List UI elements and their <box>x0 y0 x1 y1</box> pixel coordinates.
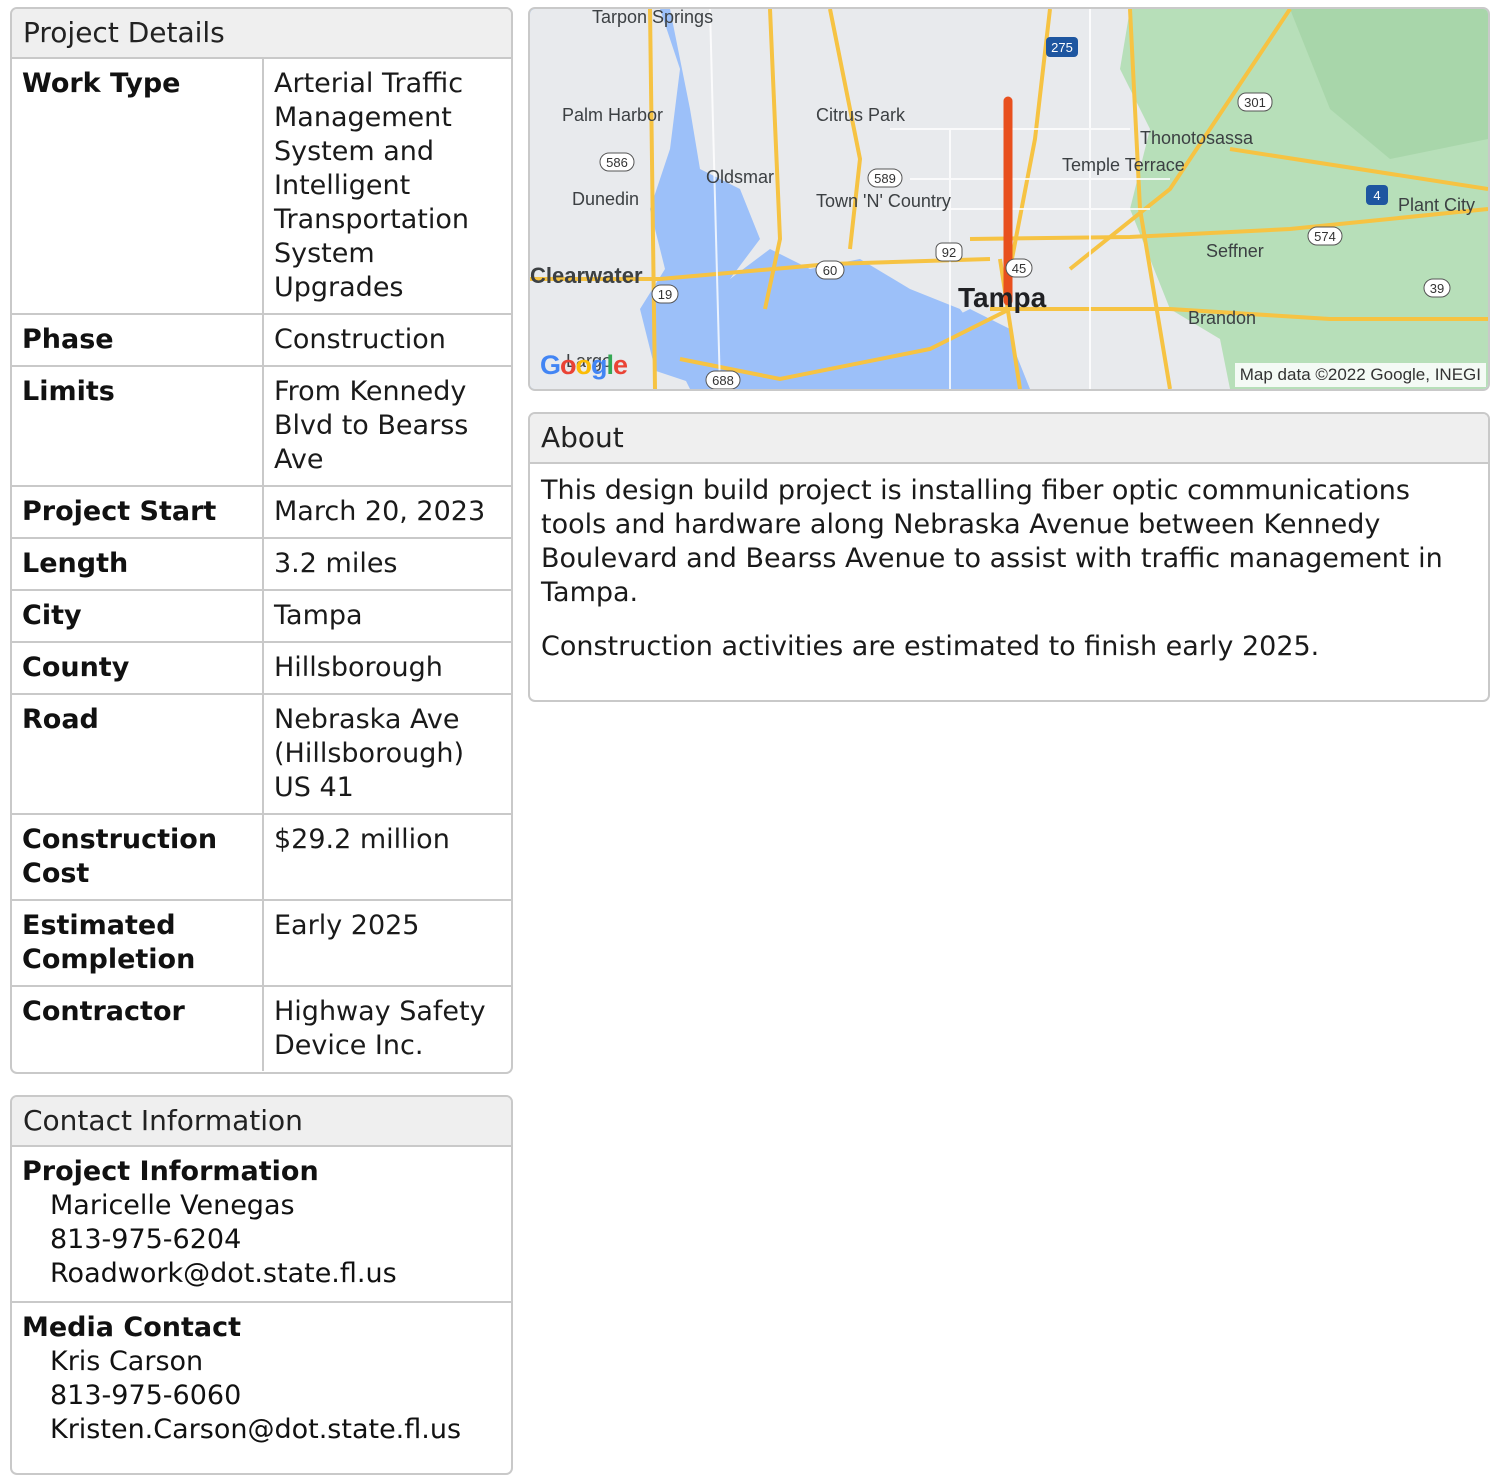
detail-label: Limits <box>12 366 264 487</box>
map-label: Oldsmar <box>706 167 774 187</box>
contact-email[interactable]: Roadwork@dot.state.fl.us <box>22 1257 501 1291</box>
highway-shield: 92 <box>935 242 963 262</box>
detail-row: Limits From Kennedy Blvd to Bearss Ave <box>12 366 511 487</box>
detail-row: Work Type Arterial Traffic Management Sys… <box>12 59 511 315</box>
detail-row: Length 3.2 miles <box>12 538 511 591</box>
highway-shield: 4 <box>1366 185 1388 205</box>
map-label: Brandon <box>1188 308 1256 328</box>
svg-text:586: 586 <box>606 155 628 170</box>
detail-row: City Tampa <box>12 590 511 643</box>
highway-shield: 275 <box>1046 37 1078 57</box>
map-canvas[interactable]: Tarpon Springs Palm Harbor Citrus Park T… <box>530 9 1488 389</box>
detail-row: Project Start March 20, 2023 <box>12 486 511 539</box>
detail-row: County Hillsborough <box>12 642 511 695</box>
map-label: Palm Harbor <box>562 105 663 125</box>
about-panel: About This design build project is insta… <box>528 412 1490 702</box>
detail-label: Road <box>12 694 264 815</box>
svg-text:589: 589 <box>874 171 896 186</box>
detail-label: Construction Cost <box>12 814 264 901</box>
highway-shield: 301 <box>1237 92 1273 112</box>
map-label: Thonotosassa <box>1140 128 1254 148</box>
map-attribution[interactable]: Map data ©2022 Google, INEGI <box>1234 363 1486 387</box>
detail-value: Arterial Traffic Management System and I… <box>263 59 511 315</box>
media-contact: Media Contact Kris Carson 813-975-6060 K… <box>12 1303 511 1457</box>
svg-text:39: 39 <box>1430 281 1444 296</box>
detail-label: County <box>12 642 264 695</box>
highway-shield: 688 <box>705 370 741 389</box>
contact-information-panel: Contact Information Project Information … <box>10 1095 513 1475</box>
highway-shield: 586 <box>599 152 635 172</box>
about-title: About <box>530 414 1488 464</box>
detail-value: Highway Safety Device Inc. <box>274 996 486 1061</box>
contact-email[interactable]: Kristen.Carson@dot.state.fl.us <box>22 1413 501 1447</box>
detail-value: Construction <box>263 314 511 367</box>
svg-text:574: 574 <box>1314 229 1336 244</box>
svg-text:60: 60 <box>823 263 837 278</box>
detail-row: Estimated Completion Early 2025 <box>12 900 511 987</box>
detail-value: Early 2025 <box>263 900 511 987</box>
detail-value: March 20, 2023 <box>263 486 511 539</box>
project-details-table: Work Type Arterial Traffic Management Sys… <box>12 59 511 1071</box>
project-map[interactable]: Tarpon Springs Palm Harbor Citrus Park T… <box>528 7 1490 391</box>
detail-label: Estimated Completion <box>12 900 264 987</box>
detail-row: Contractor Highway Safety Device Inc. <box>12 986 511 1071</box>
svg-text:4: 4 <box>1373 188 1380 203</box>
map-label: Plant City <box>1398 195 1475 215</box>
map-label: Citrus Park <box>816 105 906 125</box>
svg-text:301: 301 <box>1244 95 1266 110</box>
svg-text:19: 19 <box>658 287 672 302</box>
google-logo[interactable]: Google <box>540 350 628 381</box>
map-label: Clearwater <box>530 263 643 288</box>
detail-label: City <box>12 590 264 643</box>
contact-phone[interactable]: 813-975-6060 <box>22 1379 501 1413</box>
contact-name: Maricelle Venegas <box>50 1190 295 1221</box>
svg-text:45: 45 <box>1012 261 1026 276</box>
highway-shield: 589 <box>867 168 903 188</box>
svg-text:688: 688 <box>712 373 734 388</box>
detail-row: Construction Cost $29.2 million <box>12 814 511 901</box>
detail-label: Work Type <box>12 59 264 315</box>
svg-text:92: 92 <box>942 245 956 260</box>
highway-shield: 574 <box>1307 226 1343 246</box>
detail-value: Nebraska Ave (Hillsborough) US 41 <box>263 694 511 815</box>
map-label: Dunedin <box>572 189 639 209</box>
contact-information-title: Contact Information <box>12 1097 511 1147</box>
project-details-panel: Project Details Work Type Arterial Traffi… <box>10 7 513 1074</box>
detail-value: From Kennedy Blvd to Bearss Ave <box>263 366 511 487</box>
map-label: Tampa <box>958 282 1047 313</box>
detail-label: Contractor <box>12 986 264 1071</box>
highway-shield: 60 <box>815 260 845 280</box>
project-details-title: Project Details <box>12 9 511 59</box>
detail-value: 3.2 miles <box>263 538 511 591</box>
detail-label: Phase <box>12 314 264 367</box>
contact-heading: Media Contact <box>22 1312 242 1343</box>
detail-value: $29.2 million <box>263 814 511 901</box>
highway-shield: 45 <box>1005 258 1033 278</box>
about-paragraph: Construction activities are estimated to… <box>541 631 1320 662</box>
detail-row: Phase Construction <box>12 314 511 367</box>
detail-value: Tampa <box>263 590 511 643</box>
detail-row: Road Nebraska Ave (Hillsborough) US 41 <box>12 694 511 815</box>
map-label: Seffner <box>1206 241 1264 261</box>
svg-text:275: 275 <box>1051 40 1073 55</box>
contact-phone[interactable]: 813-975-6204 <box>22 1223 501 1257</box>
contact-name: Kris Carson <box>50 1346 204 1377</box>
detail-label: Project Start <box>12 486 264 539</box>
project-information-contact: Project Information Maricelle Venegas 81… <box>12 1147 511 1303</box>
detail-value: Hillsborough <box>263 642 511 695</box>
about-paragraph: This design build project is installing … <box>541 475 1443 608</box>
highway-shield: 39 <box>1423 278 1451 298</box>
map-label: Town 'N' Country <box>816 191 951 211</box>
map-label: Tarpon Springs <box>592 9 713 27</box>
map-label: Temple Terrace <box>1062 155 1185 175</box>
highway-shield: 19 <box>651 284 679 304</box>
detail-label: Length <box>12 538 264 591</box>
about-body: This design build project is installing … <box>530 464 1488 685</box>
contact-heading: Project Information <box>22 1156 319 1187</box>
